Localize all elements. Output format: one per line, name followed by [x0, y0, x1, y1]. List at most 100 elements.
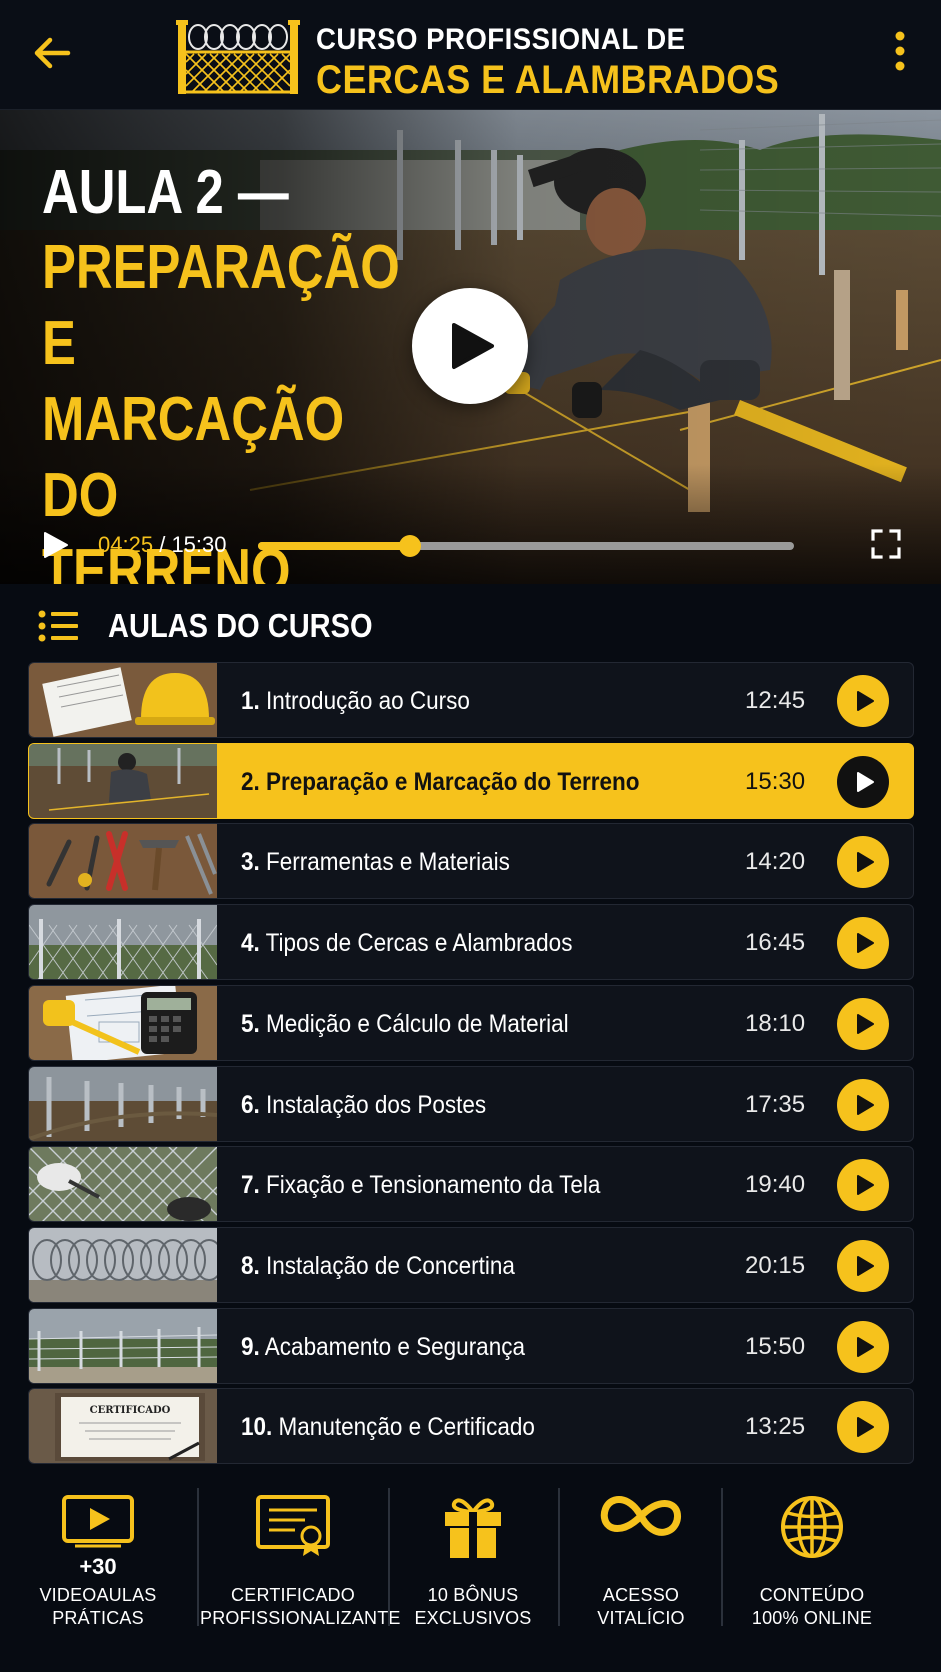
lesson-title: 2. Preparação e Marcação do Terreno: [241, 744, 640, 818]
lesson-title: 8. Instalação de Concertina: [241, 1228, 515, 1302]
lesson-row-10[interactable]: CERTIFICADO 10. Manutenção e Certificado 1…: [28, 1388, 914, 1464]
lesson-thumbnail: [29, 1067, 217, 1141]
lesson-play-button[interactable]: [837, 756, 889, 808]
infinity-icon: [599, 1494, 683, 1543]
feature-5: CONTEÚDO 100% ONLINE: [724, 1480, 900, 1660]
current-time: 04:25: [98, 532, 154, 557]
more-options-button[interactable]: [885, 26, 915, 76]
lesson-name: Preparação e Marcação do Terreno: [266, 768, 640, 796]
feature-label: ACESSO VITALÍCIO: [597, 1585, 685, 1628]
lesson-duration: 20:15: [745, 1252, 806, 1279]
gift-icon: [441, 1494, 505, 1565]
svg-text:CERTIFICADO: CERTIFICADO: [90, 1405, 171, 1416]
lesson-name: Medição e Cálculo de Material: [266, 1010, 569, 1038]
lesson-name: Introdução ao Curso: [266, 687, 470, 715]
lesson-duration: 13:25: [745, 1413, 806, 1440]
brand-line-2: CERCAS E ALAMBRADOS: [316, 58, 780, 102]
play-icon: [452, 323, 494, 369]
lesson-play-button[interactable]: [837, 836, 889, 888]
back-button[interactable]: [28, 28, 78, 78]
player-controls: 04:25 / 15:30: [0, 520, 941, 570]
feature-4: ACESSO VITALÍCIO: [562, 1480, 720, 1660]
lesson-row-1[interactable]: 1. Introdução ao Curso 12:45: [28, 662, 914, 738]
play-icon: [857, 1014, 874, 1034]
play-icon: [857, 1337, 874, 1357]
center-play-button[interactable]: [412, 288, 528, 404]
lesson-thumbnail: [29, 824, 217, 898]
lesson-row-9[interactable]: 9. Acabamento e Segurança 15:50: [28, 1308, 914, 1384]
lesson-name: Manutenção e Certificado: [278, 1413, 535, 1441]
lesson-number: 9.: [241, 1333, 260, 1361]
lesson-play-button[interactable]: [837, 1240, 889, 1292]
play-icon: [857, 1417, 874, 1437]
lesson-duration: 17:35: [745, 1091, 806, 1118]
play-icon: [857, 1256, 874, 1276]
lesson-play-button[interactable]: [837, 1159, 889, 1211]
play-icon: [857, 1095, 874, 1115]
video-player[interactable]: AULA 2 — PREPARAÇÃO E MARCAÇÃO DO TERREN…: [0, 110, 941, 584]
lesson-row-7[interactable]: 7. Fixação e Tensionamento da Tela 19:40: [28, 1146, 914, 1222]
lesson-duration: 12:45: [745, 687, 806, 714]
feature-1: +30 VIDEOAULAS PRÁTICAS: [0, 1480, 196, 1660]
lesson-duration: 19:40: [745, 1171, 806, 1198]
feature-number: +30: [79, 1554, 117, 1579]
lesson-duration: 16:45: [745, 929, 806, 956]
play-icon: [857, 933, 874, 953]
lessons-section-header: AULAS DO CURSO: [38, 606, 638, 646]
lesson-row-8[interactable]: 8. Instalação de Concertina 20:15: [28, 1227, 914, 1303]
lesson-play-button[interactable]: [837, 1079, 889, 1131]
course-features-bar: +30 VIDEOAULAS PRÁTICAS CERTIFICADO PROFIS…: [0, 1480, 941, 1672]
lesson-name: Fixação e Tensionamento da Tela: [266, 1171, 601, 1199]
lesson-row-4[interactable]: 4. Tipos de Cercas e Alambrados 16:45: [28, 904, 914, 980]
app-header: CURSO PROFISSIONAL DE CERCAS E ALAMBRADO…: [0, 0, 941, 110]
video-play-icon: [61, 1494, 135, 1553]
lesson-row-5[interactable]: 5. Medição e Cálculo de Material 18:10: [28, 985, 914, 1061]
lesson-play-button[interactable]: [837, 675, 889, 727]
lesson-title: 10. Manutenção e Certificado: [241, 1389, 535, 1463]
progress-bar[interactable]: [258, 535, 794, 557]
lesson-thumbnail: [29, 905, 217, 979]
play-pause-button[interactable]: [40, 530, 70, 560]
feature-divider: [197, 1488, 199, 1626]
lesson-play-button[interactable]: [837, 917, 889, 969]
lesson-title: 6. Instalação dos Postes: [241, 1067, 487, 1141]
lesson-name: Acabamento e Segurança: [264, 1333, 525, 1361]
lesson-row-3[interactable]: 3. Ferramentas e Materiais 14:20: [28, 823, 914, 899]
lesson-name: Instalação de Concertina: [266, 1252, 515, 1280]
lesson-number: 6.: [241, 1091, 260, 1119]
feature-3: 10 BÔNUS EXCLUSIVOS: [390, 1480, 556, 1660]
lesson-play-button[interactable]: [837, 998, 889, 1050]
playback-time: 04:25 / 15:30: [98, 530, 227, 560]
lesson-title: 4. Tipos de Cercas e Alambrados: [241, 905, 573, 979]
total-time: 15:30: [171, 532, 227, 557]
lesson-number: 5.: [241, 1010, 260, 1038]
globe-icon: [779, 1494, 845, 1565]
lesson-duration: 14:20: [745, 848, 806, 875]
feature-divider: [558, 1488, 560, 1626]
lesson-name: Tipos de Cercas e Alambrados: [265, 929, 573, 957]
lesson-title: 5. Medição e Cálculo de Material: [241, 986, 569, 1060]
feature-label: 10 BÔNUS EXCLUSIVOS: [414, 1585, 532, 1628]
feature-divider: [721, 1488, 723, 1626]
lesson-row-6[interactable]: 6. Instalação dos Postes 17:35: [28, 1066, 914, 1142]
lesson-name: Ferramentas e Materiais: [266, 848, 510, 876]
lesson-play-button[interactable]: [837, 1401, 889, 1453]
lesson-thumbnail: [29, 1147, 217, 1221]
progress-scrubber-handle[interactable]: [399, 535, 422, 557]
lesson-thumbnail: [29, 1309, 217, 1383]
lesson-play-button[interactable]: [837, 1321, 889, 1373]
play-icon: [857, 691, 874, 711]
feature-label: CERTIFICADO PROFISSIONALIZANTE: [200, 1585, 401, 1628]
lesson-title: 7. Fixação e Tensionamento da Tela: [241, 1147, 601, 1221]
lessons-heading: AULAS DO CURSO: [108, 607, 373, 644]
lesson-name: Instalação dos Postes: [266, 1091, 487, 1119]
fullscreen-button[interactable]: [870, 528, 902, 560]
lesson-thumbnail: [29, 986, 217, 1060]
lesson-title: 1. Introdução ao Curso: [241, 663, 470, 737]
lesson-number: 4.: [241, 929, 260, 957]
lesson-thumbnail: [29, 663, 217, 737]
lesson-row-2[interactable]: 2. Preparação e Marcação do Terreno 15:30: [28, 743, 914, 819]
play-icon: [857, 852, 874, 872]
feature-2: CERTIFICADO PROFISSIONALIZANTE: [200, 1480, 401, 1660]
arrow-left-icon: [34, 37, 71, 69]
